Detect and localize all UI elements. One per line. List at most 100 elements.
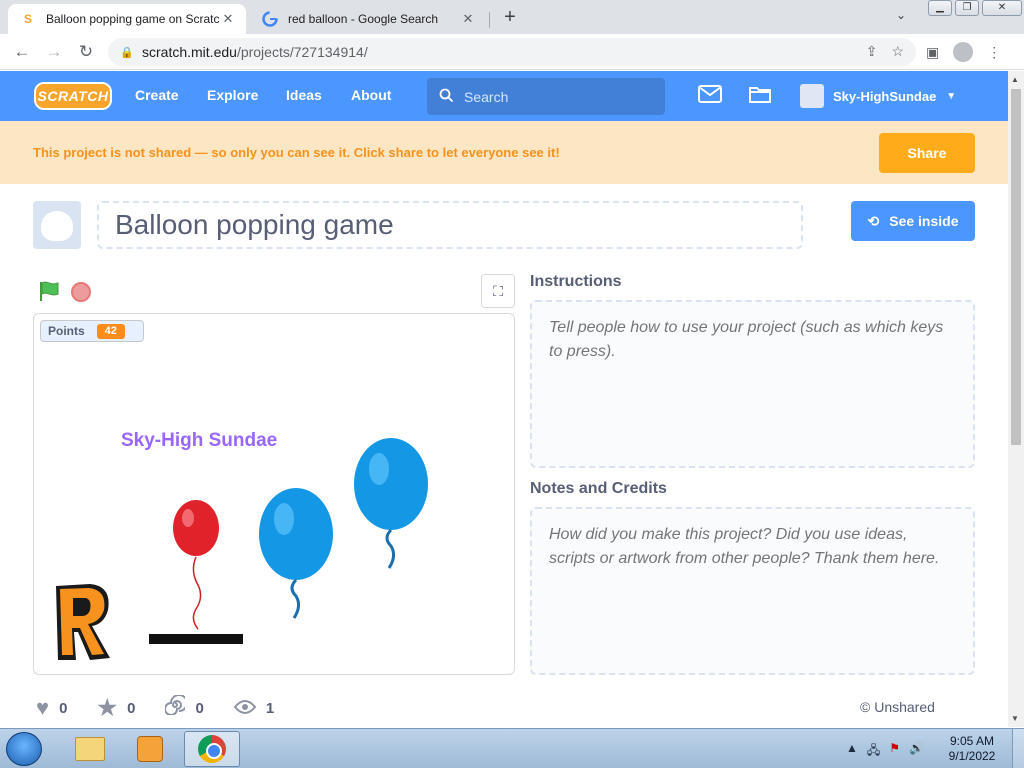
black-bar-sprite [149,634,243,644]
nav-explore[interactable]: Explore [207,87,258,103]
tab-search-chevron-icon[interactable]: ⌄ [896,8,906,22]
url-omnibox[interactable]: 🔒 scratch.mit.edu/projects/727134914/ ⇪ … [108,38,916,66]
user-avatar [800,84,824,108]
fullscreen-icon[interactable]: ⛶ [481,274,515,308]
close-tab-icon[interactable]: ✕ [460,11,476,27]
letter-r-sprite [56,584,110,660]
address-bar: ← → ↻ 🔒 scratch.mit.edu/projects/7271349… [0,34,1024,70]
project-stats: ♥ 0 ★ 0 0 1 [36,694,304,721]
network-icon[interactable]: 🖧 [867,741,880,762]
media-player-icon [137,736,163,762]
windows-taskbar: ▲ 🖧 ⚑ 🔊 9:05 AM 9/1/2022 [0,728,1024,768]
web-page: SCRATCH Create Explore Ideas About Sky-H… [0,71,1008,727]
remix-stat: 0 [164,694,204,721]
clock-date: 9/1/2022 [948,749,996,763]
google-favicon-icon [262,11,278,27]
system-clock[interactable]: 9:05 AM 9/1/2022 [940,734,1004,764]
profile-avatar-icon[interactable] [953,42,974,62]
scroll-up-icon[interactable]: ▲ [1011,75,1019,84]
view-count: 1 [265,699,275,717]
tab-scratch-project[interactable]: S Balloon popping game on Scratch ✕ [8,4,246,34]
browser-tab-strip: S Balloon popping game on Scratch ✕ red … [0,0,1024,34]
share-button[interactable]: Share [879,133,975,173]
search-box [427,78,665,115]
back-arrow-icon[interactable]: ← [10,40,34,64]
star-icon: ★ [97,695,118,720]
eye-icon [233,695,257,721]
unshared-status: © Unshared [860,699,935,715]
taskbar-chrome[interactable] [184,731,240,767]
bookmark-star-icon[interactable]: ☆ [891,43,904,60]
folder-icon [75,737,105,761]
start-button-icon[interactable] [6,732,42,766]
close-tab-icon[interactable]: ✕ [220,11,236,27]
system-tray: ▲ 🖧 ⚑ 🔊 [846,741,924,762]
project-author-avatar[interactable] [33,201,81,249]
side-panel-icon[interactable]: ▣ [926,44,939,61]
url-path: /projects/727134914/ [236,44,368,60]
share-page-icon[interactable]: ⇪ [866,43,878,60]
search-input[interactable] [464,88,644,105]
window-controls: ▁ ❐ ✕ [928,0,1024,16]
taskbar-media-player[interactable] [122,731,178,767]
show-desktop-button[interactable] [1012,729,1024,768]
love-stat[interactable]: ♥ 0 [36,695,67,721]
action-center-flag-icon[interactable]: ⚑ [889,741,900,762]
remix-arrows-icon: ⟲ [867,212,880,229]
scrollbar-thumb[interactable] [1011,89,1021,445]
tab-title: red balloon - Google Search [288,12,439,26]
cat-avatar-icon [41,211,73,241]
my-stuff-folder-icon[interactable] [748,84,772,110]
red-balloon-sprite [173,500,219,630]
love-count: 0 [59,699,68,717]
chrome-icon [198,735,226,763]
view-stat: 1 [233,695,275,721]
chevron-down-icon: ▼ [946,90,957,102]
nav-ideas[interactable]: Ideas [286,87,322,103]
remix-spiral-icon [164,694,189,721]
scratch-logo[interactable]: SCRATCH [34,82,112,110]
show-hidden-icons-icon[interactable]: ▲ [846,741,858,762]
volume-icon[interactable]: 🔊 [909,741,924,762]
heart-icon: ♥ [36,695,50,720]
close-window-icon[interactable]: ✕ [982,0,1022,16]
project-title-input[interactable] [97,201,803,249]
project-stage[interactable]: Points 42 Sky-High Sundae [33,313,515,675]
clock-time: 9:05 AM [949,734,995,748]
notes-credits-textarea[interactable] [530,507,975,675]
user-menu[interactable]: Sky-HighSundae ▼ [800,84,956,108]
scratch-favicon-icon: S [23,12,32,26]
taskbar-explorer[interactable] [62,731,118,767]
scroll-down-icon[interactable]: ▼ [1011,714,1019,723]
browser-menu-icon[interactable]: ⋮ [987,44,1001,61]
username: Sky-HighSundae [833,88,937,104]
notes-credits-label: Notes and Credits [530,480,667,497]
nav-create[interactable]: Create [135,87,179,103]
green-flag-icon[interactable] [38,280,60,302]
maximize-icon[interactable]: ❐ [955,0,979,16]
stop-sign-icon[interactable] [71,282,91,302]
minimize-icon[interactable]: ▁ [928,0,952,16]
messages-envelope-icon[interactable] [698,84,722,110]
stage-sprites [56,438,428,660]
reload-icon[interactable]: ↻ [74,40,98,64]
lock-icon: 🔒 [120,46,134,59]
scratch-navbar: SCRATCH Create Explore Ideas About Sky-H… [0,71,1008,121]
page-scrollbar[interactable]: ▲ ▼ [1008,71,1024,727]
nav-about[interactable]: About [351,87,391,103]
instructions-label: Instructions [530,273,622,290]
blue-balloon-sprite-2 [354,438,428,569]
favorite-count: 0 [127,699,136,717]
see-inside-label: See inside [889,213,959,229]
tab-google-search[interactable]: red balloon - Google Search ✕ [250,4,490,34]
remix-count: 0 [195,699,204,717]
favorite-stat[interactable]: ★ 0 [97,695,135,721]
search-icon [439,88,454,106]
forward-arrow-icon[interactable]: → [42,40,66,64]
instructions-textarea[interactable] [530,300,975,468]
not-shared-banner: This project is not shared — so only you… [0,121,1008,184]
new-tab-plus-icon[interactable]: + [498,6,522,30]
url-host: scratch.mit.edu [142,44,237,60]
banner-message: This project is not shared — so only you… [33,145,560,160]
see-inside-button[interactable]: ⟲ See inside [851,201,975,241]
